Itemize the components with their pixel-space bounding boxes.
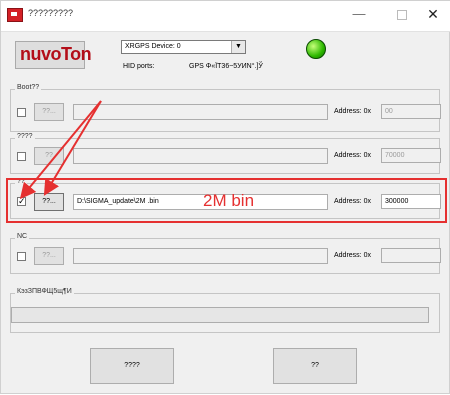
boot-checkbox[interactable] [17,108,26,117]
group-2-path-field[interactable] [73,148,328,164]
maximize-button[interactable] [388,5,416,23]
boot-path-field[interactable] [73,104,328,120]
nc-address-input[interactable] [381,248,441,263]
right-action-button[interactable]: ?? [273,348,357,384]
main-window: ????????? — ✕ nuvoTon XRGPS Device: 0 ▼ … [0,0,450,394]
boot-address-label: Address: 0x [334,108,371,115]
annotation-highlight-box [6,178,447,223]
nc-address-label: Address: 0x [334,252,371,259]
device-select-value: XRGPS Device: 0 [125,43,181,50]
minimize-button[interactable]: — [345,5,373,23]
nc-checkbox[interactable] [17,252,26,261]
chevron-down-icon[interactable]: ▼ [231,41,245,53]
logo-text: nuvoTon [20,44,92,64]
progress-bar [11,307,429,323]
status-led-icon [306,39,326,59]
nc-path-field[interactable] [73,248,328,264]
app-icon [7,8,23,22]
group-title-2: ???? [15,133,35,140]
window-title: ????????? [28,8,74,18]
group-2-address-value: 70000 [385,152,405,159]
nuvoton-logo: nuvoTon [15,41,92,69]
boot-address-input[interactable]: 00 [381,104,441,119]
boot-address-value: 00 [385,108,393,115]
group-title-boot: Boot?? [15,84,42,91]
nc-browse-button[interactable]: ??... [34,247,64,265]
progress-group-title: КэзЗПВФЩ5щ¶И [15,288,74,295]
boot-browse-button[interactable]: ??... [34,103,64,121]
hid-ports-label: HID ports: [123,63,155,70]
title-bar: ????????? — ✕ [1,1,450,32]
group-2-browse-button[interactable]: ?? [34,147,64,165]
hid-ports-value: GPS Φ«ÏΤ36~5УИN°.]Ў [189,63,263,70]
group-2-checkbox[interactable] [17,152,26,161]
left-action-button[interactable]: ???? [90,348,174,384]
group-title-nc: NC [15,233,30,240]
group-2-address-input[interactable]: 70000 [381,148,441,163]
maximize-icon [397,9,407,20]
device-select[interactable]: XRGPS Device: 0 ▼ [121,40,246,54]
close-button[interactable]: ✕ [419,5,447,23]
group-2-address-label: Address: 0x [334,152,371,159]
